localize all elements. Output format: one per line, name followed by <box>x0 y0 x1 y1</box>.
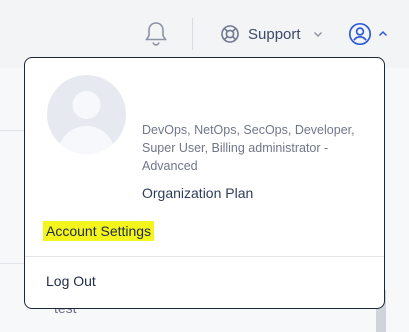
avatar <box>47 75 126 154</box>
user-circle-icon <box>348 22 372 46</box>
bell-icon[interactable] <box>143 20 169 48</box>
menu-divider <box>25 256 384 257</box>
topbar-divider <box>192 18 193 50</box>
chevron-down-icon <box>313 32 322 37</box>
support-label: Support <box>248 25 301 43</box>
support-menu-button[interactable]: Support <box>220 20 323 48</box>
background-row-divider <box>0 130 24 131</box>
user-menu-button[interactable] <box>348 20 388 48</box>
chevron-up-icon <box>378 30 388 37</box>
avatar-placeholder-icon <box>57 91 116 154</box>
background-row-divider <box>0 263 24 264</box>
organization-plan: Organization Plan <box>142 185 254 201</box>
user-dropdown-menu: DevOps, NetOps, SecOps, Developer, Super… <box>24 57 385 309</box>
account-settings-link[interactable]: Account Settings <box>43 221 155 241</box>
log-out-link[interactable]: Log Out <box>46 273 96 289</box>
user-roles: DevOps, NetOps, SecOps, Developer, Super… <box>142 123 355 173</box>
lifebuoy-icon <box>221 25 239 43</box>
